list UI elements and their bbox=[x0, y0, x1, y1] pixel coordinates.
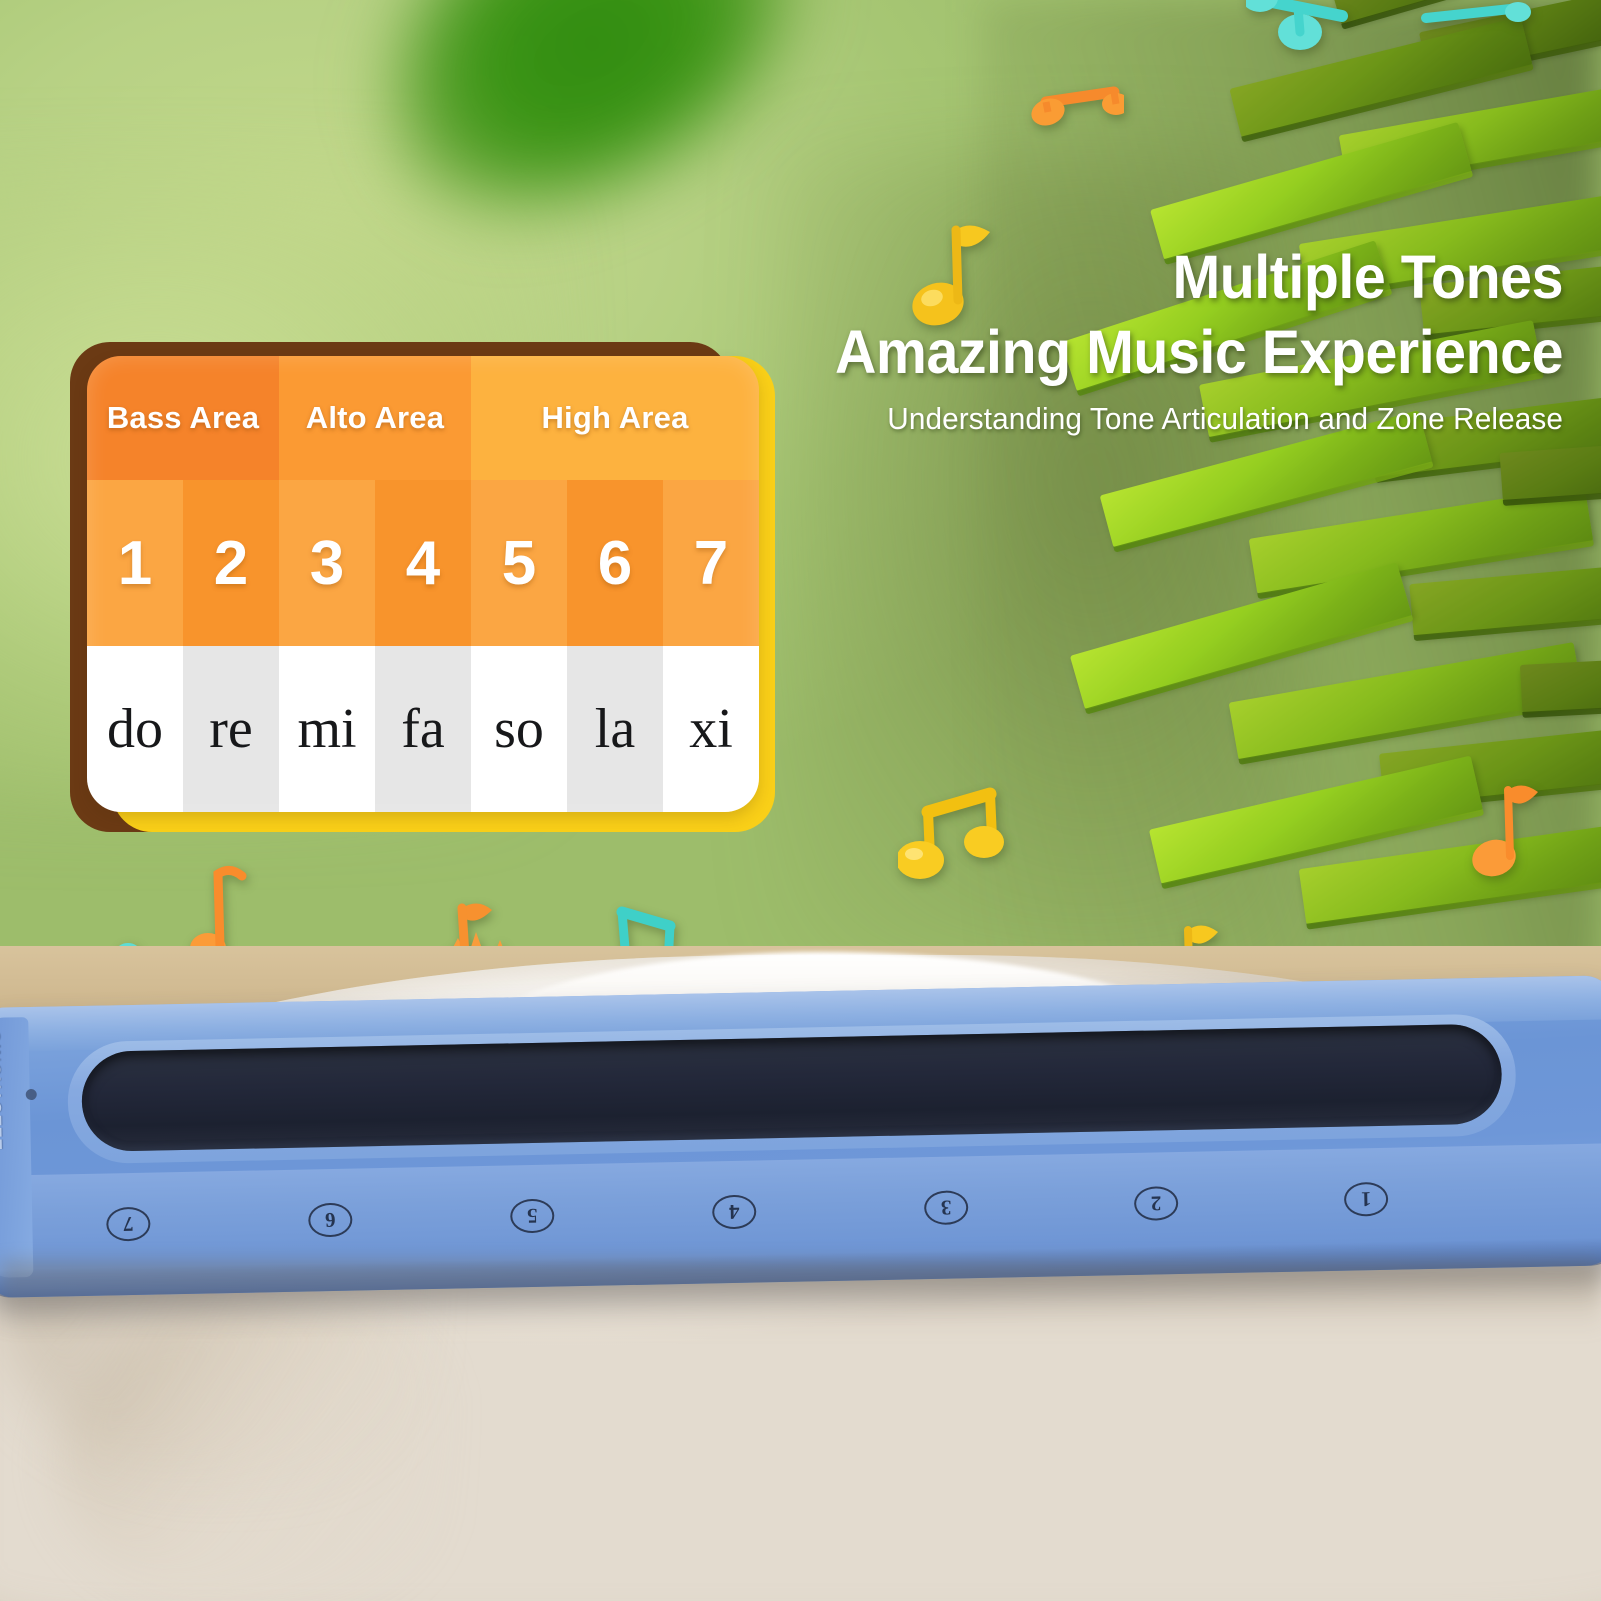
solfege-cell: do bbox=[87, 646, 183, 812]
zone-high-label: High Area bbox=[541, 400, 689, 435]
music-note-teal-icon bbox=[1246, 0, 1356, 64]
device-key-label: 7 bbox=[122, 1212, 134, 1237]
solfege-cell: re bbox=[183, 646, 279, 812]
solfege-value: so bbox=[494, 698, 544, 760]
number-value: 6 bbox=[597, 528, 633, 598]
zone-high: High Area bbox=[470, 356, 759, 480]
electronic-melodica-device[interactable]: ELECTRONIC 7 6 5 4 3 2 1 bbox=[0, 975, 1601, 1298]
music-note-orange-icon bbox=[1028, 82, 1124, 152]
headline-line-1: Multiple Tones bbox=[1172, 243, 1563, 311]
card-body: Bass Area Alto Area High Area 1 2 3 4 5 … bbox=[87, 356, 759, 812]
solfege-cell: xi bbox=[663, 646, 759, 812]
number-cell: 6 bbox=[567, 480, 663, 646]
headline-subtitle: Understanding Tone Articulation and Zone… bbox=[887, 400, 1563, 436]
music-note-yellow-icon bbox=[898, 782, 1008, 886]
number-value: 2 bbox=[213, 528, 249, 598]
zone-alto-label: Alto Area bbox=[305, 400, 445, 435]
number-value: 4 bbox=[405, 528, 441, 598]
solfege-value: la bbox=[594, 698, 636, 760]
solfege-value: fa bbox=[401, 698, 445, 760]
zone-alto: Alto Area bbox=[278, 356, 471, 480]
headline-block: Multiple Tones Amazing Music Experience … bbox=[723, 243, 1563, 437]
number-row: 1 2 3 4 5 6 7 bbox=[87, 480, 759, 646]
device-key-label: 4 bbox=[728, 1200, 740, 1225]
number-value: 1 bbox=[117, 528, 153, 598]
product-marketing-scene: Multiple Tones Amazing Music Experience … bbox=[0, 0, 1601, 1601]
device-key-label: 1 bbox=[1360, 1187, 1372, 1212]
number-value: 3 bbox=[309, 528, 345, 598]
zone-header-row: Bass Area Alto Area High Area bbox=[87, 356, 759, 480]
device-key-label: 2 bbox=[1150, 1191, 1162, 1217]
number-cell: 4 bbox=[375, 480, 471, 646]
number-cell: 2 bbox=[183, 480, 279, 646]
solfege-value: do bbox=[107, 698, 163, 760]
solfege-value: xi bbox=[689, 698, 733, 760]
device-key-label: 5 bbox=[526, 1204, 538, 1229]
number-cell: 1 bbox=[87, 480, 183, 646]
number-cell: 3 bbox=[279, 480, 375, 646]
solfege-value: re bbox=[209, 698, 253, 760]
solfege-cell: so bbox=[471, 646, 567, 812]
music-note-yellow-icon bbox=[906, 216, 1002, 328]
number-value: 7 bbox=[693, 528, 729, 598]
music-note-orange-icon bbox=[1464, 774, 1550, 880]
solfege-cell: la bbox=[567, 646, 663, 812]
solfege-cell: fa bbox=[375, 646, 471, 812]
device-cast-shadow bbox=[0, 1262, 1601, 1332]
solfege-value: mi bbox=[297, 698, 357, 760]
tone-zone-card: Bass Area Alto Area High Area 1 2 3 4 5 … bbox=[70, 342, 775, 832]
number-value: 5 bbox=[501, 528, 537, 598]
zone-bass: Bass Area bbox=[87, 356, 279, 480]
number-cell: 5 bbox=[471, 480, 567, 646]
solfege-row: do re mi fa so la xi bbox=[87, 646, 759, 812]
zone-bass-label: Bass Area bbox=[106, 400, 260, 435]
solfege-cell: mi bbox=[279, 646, 375, 812]
music-note-teal-icon bbox=[1414, 0, 1534, 60]
device-key-label: 6 bbox=[324, 1208, 336, 1233]
headline-line-2: Amazing Music Experience bbox=[834, 318, 1563, 387]
device-key-label: 3 bbox=[940, 1196, 952, 1221]
number-cell: 7 bbox=[663, 480, 759, 646]
